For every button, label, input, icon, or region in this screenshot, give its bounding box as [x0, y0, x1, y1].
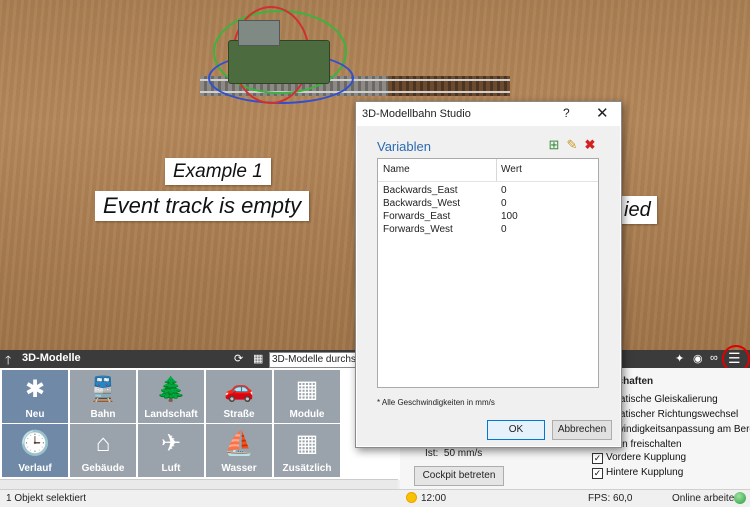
dialog-titlebar: 3D-Modellbahn Studio ? ✕ [356, 102, 621, 126]
tile-gebaeude[interactable]: ⌂ Gebäude [70, 424, 136, 477]
sign-event-track[interactable]: Event track is empty [95, 191, 310, 221]
locomotive-cab [238, 20, 280, 46]
time-display: 12:00 [407, 490, 446, 507]
header-divider [378, 159, 598, 182]
refresh-icon[interactable]: ⟳ [234, 352, 243, 365]
close-button[interactable]: ✕ [596, 104, 609, 122]
selection-status: 1 Objekt selektiert [6, 493, 87, 504]
dialog-body: Variablen ⊞ ✎ ✖ Name Wert Backwards_East… [357, 126, 620, 416]
dialog-title: 3D-Modellbahn Studio [362, 108, 471, 120]
checkbox-checked[interactable]: ✓ [592, 468, 603, 479]
fps-display: FPS: 60,0 [588, 493, 633, 504]
link-icon[interactable]: ∞ [710, 352, 718, 364]
car-icon: 🚗 [224, 376, 254, 403]
table-row[interactable]: Backwards_East 0 [378, 184, 598, 197]
table-row[interactable]: Forwards_East 100 [378, 210, 598, 223]
tile-zusaetzlich[interactable]: ▦ Zusätzlich [274, 424, 340, 477]
sign-example[interactable]: Example 1 [165, 158, 271, 185]
ok-button[interactable]: OK [487, 420, 545, 440]
grid-view-icon[interactable]: ▦ [253, 352, 263, 365]
cockpit-button[interactable]: Cockpit betreten [414, 466, 504, 486]
tile-module[interactable]: ▦ Module [274, 370, 340, 423]
status-bar: 1 Objekt selektiert 12:00 FPS: 60,0 Onli… [0, 489, 750, 507]
option-hintere-kupplung[interactable]: ✓ Hintere Kupplung [592, 467, 683, 479]
help-button[interactable]: ? [563, 106, 570, 120]
table-row[interactable]: Forwards_West 0 [378, 223, 598, 236]
library-search-input[interactable]: 3D-Modelle durchsuchen [269, 352, 365, 368]
speed-readout: Ist: 50 mm/s [425, 448, 483, 459]
train-icon: 🚆 [88, 376, 118, 403]
library-title: 3D-Modelle [22, 352, 81, 364]
variables-table: Name Wert Backwards_East 0 Backwards_West… [377, 158, 599, 388]
edit-variable-icon[interactable]: ✎ [565, 138, 579, 152]
clock-icon: 🕒 [20, 430, 50, 457]
asterisk-icon: ✱ [24, 376, 46, 403]
tile-strasse[interactable]: 🚗 Straße [206, 370, 272, 423]
add-variable-icon[interactable]: ⊞ [547, 138, 561, 152]
variables-dialog: 3D-Modellbahn Studio ? ✕ Variablen ⊞ ✎ ✖… [355, 101, 622, 448]
tile-bahn[interactable]: 🚆 Bahn [70, 370, 136, 423]
tile-landschaft[interactable]: 🌲 Landschaft [138, 370, 204, 423]
table-row[interactable]: Backwards_West 0 [378, 197, 598, 210]
sailboat-icon: ⛵ [224, 430, 254, 457]
eye-icon[interactable]: ◉ [693, 352, 703, 365]
online-status[interactable]: Online arbeiten [672, 490, 740, 507]
tile-verlauf[interactable]: 🕒 Verlauf [2, 424, 68, 477]
sun-icon [407, 493, 416, 502]
grid-icon: ▦ [295, 430, 319, 457]
locomotive-model[interactable] [228, 40, 330, 84]
model-category-grid: ✱ Neu 🚆 Bahn 🌲 Landschaft 🚗 Straße ▦ Module 🕒… [0, 368, 400, 480]
tile-wasser[interactable]: ⛵ Wasser [206, 424, 272, 477]
tile-luft[interactable]: ✈ Luft [138, 424, 204, 477]
cancel-button[interactable]: Abbrechen [552, 420, 612, 440]
option-vordere-kupplung[interactable]: ✓ Vordere Kupplung [592, 452, 686, 464]
variables-heading: Variablen [377, 139, 431, 154]
grid-icon: ▦ [295, 376, 319, 403]
checkbox-checked[interactable]: ✓ [592, 453, 603, 464]
house-icon: ⌂ [95, 430, 111, 457]
speed-unit-note: * Alle Geschwindigkeiten in mm/s [377, 398, 495, 407]
globe-icon[interactable] [734, 492, 746, 504]
tile-neu[interactable]: ✱ Neu [2, 370, 68, 423]
delete-variable-icon[interactable]: ✖ [583, 138, 597, 152]
dialog-footer: OK Abbrechen [357, 416, 620, 446]
tree-icon: 🌲 [156, 376, 186, 403]
airplane-icon: ✈ [160, 430, 182, 457]
pin-icon[interactable]: ✦ [675, 352, 684, 365]
